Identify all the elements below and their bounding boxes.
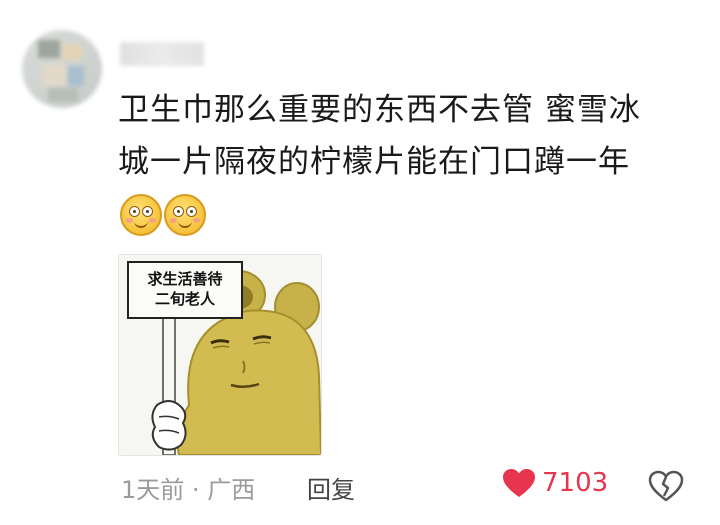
smiling-face-emoji bbox=[120, 194, 162, 236]
like-button[interactable]: 7103 bbox=[502, 468, 608, 498]
broken-heart-icon bbox=[648, 470, 684, 502]
comment-text-line: 卫生巾那么重要的东西不去管 蜜雪冰 bbox=[118, 92, 641, 128]
meme-sign: 求生活善待 二旬老人 bbox=[127, 261, 243, 319]
meme-sign-text: 求生活善待 bbox=[147, 270, 223, 288]
heart-icon bbox=[503, 469, 535, 497]
comment-footer: 1天前 · 广西 回复 7103 bbox=[0, 468, 720, 508]
dislike-button[interactable] bbox=[648, 470, 684, 506]
username[interactable] bbox=[120, 42, 204, 66]
emoji-row bbox=[120, 194, 206, 236]
comment-text-line: 城一片隔夜的柠檬片能在门口蹲一年 bbox=[118, 144, 630, 180]
meme-sign-text: 二旬老人 bbox=[154, 290, 215, 308]
comment-location: 广西 bbox=[207, 476, 256, 504]
smiling-face-emoji bbox=[164, 194, 206, 236]
meme-image[interactable]: 求生活善待 二旬老人 bbox=[118, 254, 322, 456]
reply-button[interactable]: 回复 bbox=[307, 470, 355, 505]
like-count: 7103 bbox=[542, 468, 609, 498]
avatar[interactable] bbox=[22, 30, 102, 108]
comment-card: 卫生巾那么重要的东西不去管 蜜雪冰 城一片隔夜的柠檬片能在门口蹲一年 求生活善待… bbox=[0, 0, 720, 525]
meta-separator: · bbox=[191, 476, 200, 504]
comment-text: 卫生巾那么重要的东西不去管 蜜雪冰 城一片隔夜的柠檬片能在门口蹲一年 bbox=[118, 84, 688, 188]
comment-meta: 1天前 · 广西 bbox=[121, 470, 255, 505]
comment-time: 1天前 bbox=[121, 476, 185, 504]
